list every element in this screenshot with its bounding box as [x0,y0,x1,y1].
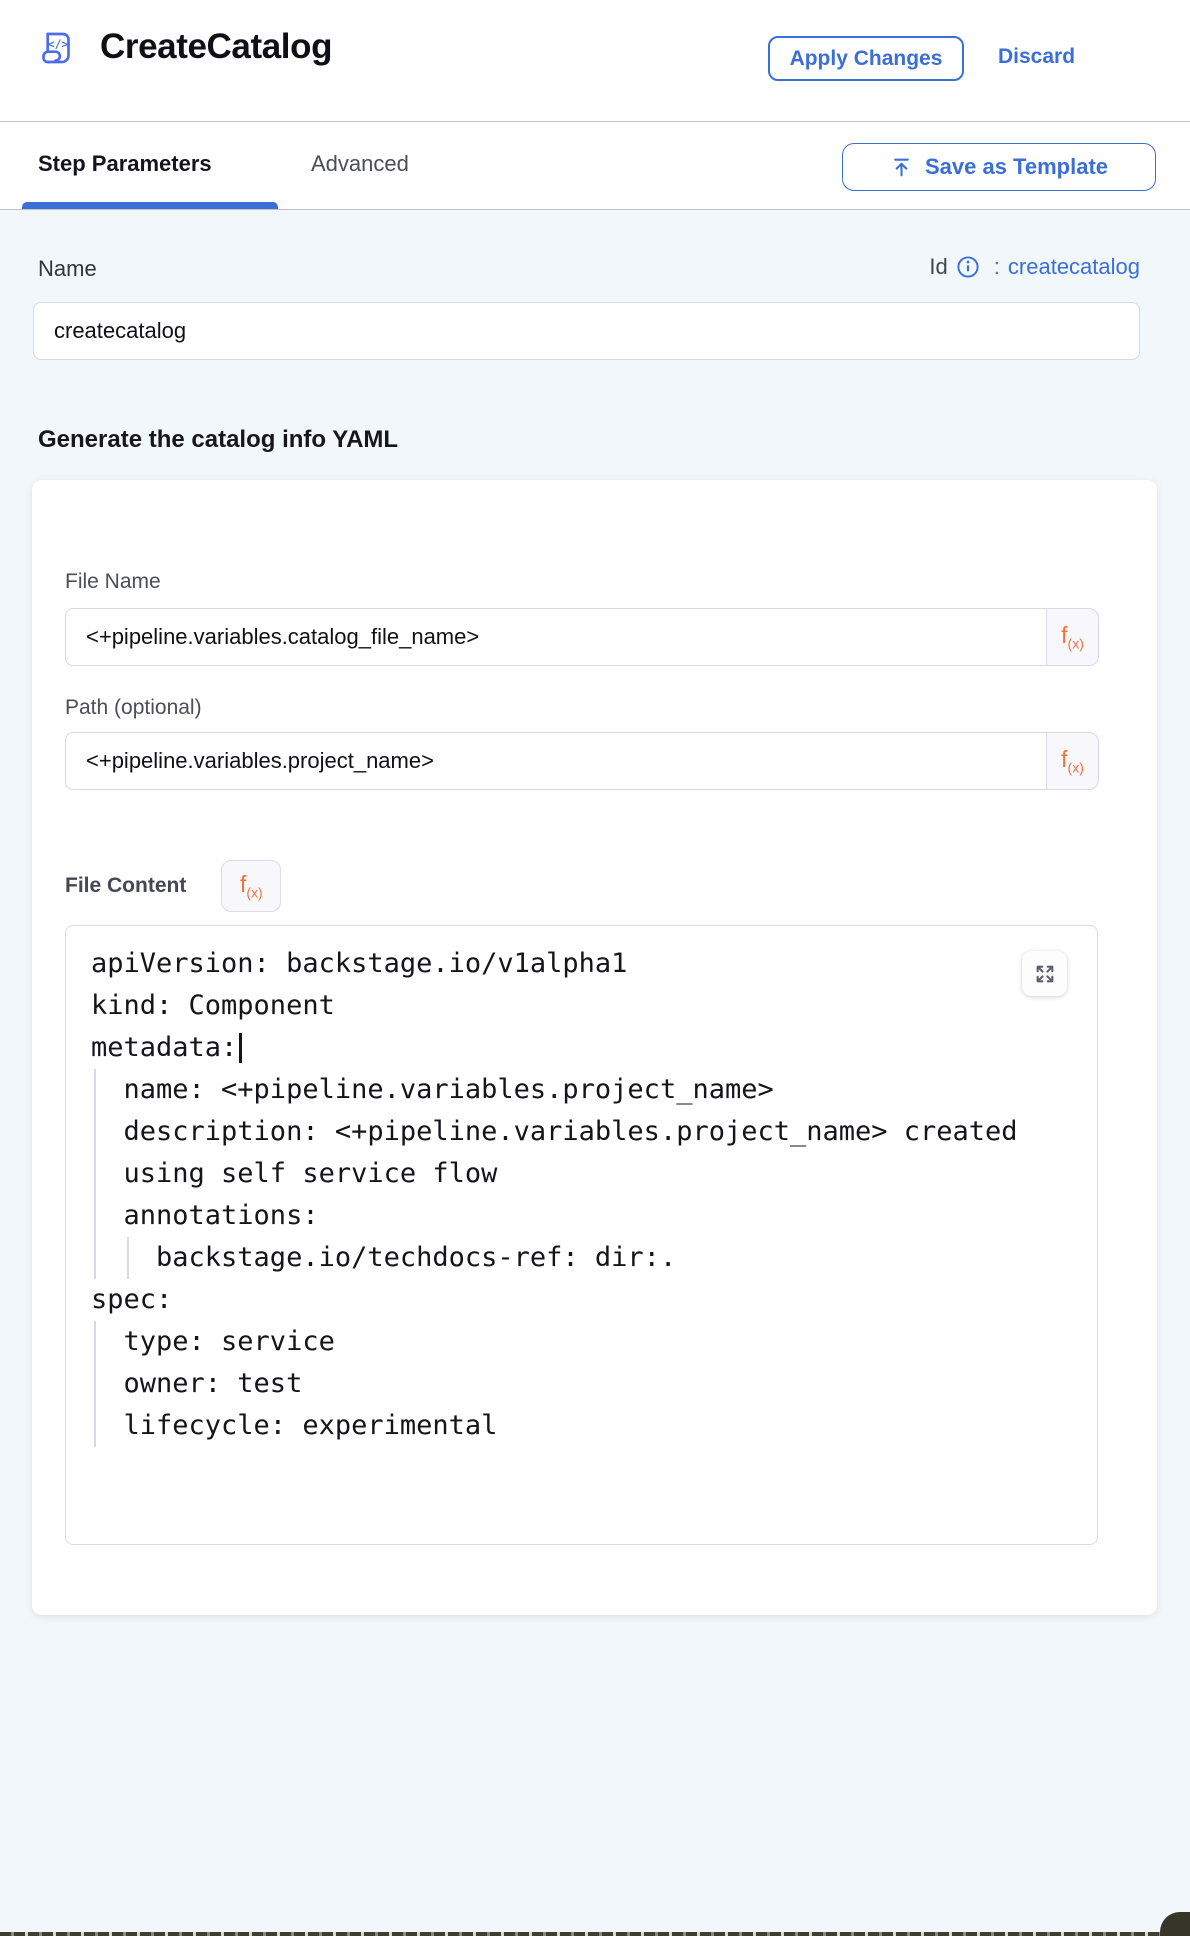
tab-step-parameters[interactable]: Step Parameters [38,151,212,177]
code-line: annotations: [91,1195,1079,1237]
upload-icon [890,156,913,179]
file-name-fx-button[interactable]: f(x) [1046,608,1099,666]
tab-advanced[interactable]: Advanced [311,151,409,177]
name-input[interactable] [33,302,1140,360]
discard-button[interactable]: Discard [998,45,1075,69]
step-parameters-content: Name Id : createcatalog Generate the cat… [0,210,1190,1936]
active-tab-indicator [22,202,278,209]
path-fx-button[interactable]: f(x) [1046,732,1099,790]
file-content-fx-button[interactable]: f(x) [221,860,281,912]
file-content-label: File Content [65,874,186,898]
code-line: owner: test [91,1363,1079,1405]
code-line: metadata: [91,1027,1079,1069]
path-label: Path (optional) [65,696,202,720]
file-name-input[interactable] [65,608,1046,666]
path-row: f(x) [65,732,1099,790]
panel-header: </> CreateCatalog Apply Changes Discard [0,0,1190,122]
file-name-label: File Name [65,570,161,594]
code-line: type: service [91,1321,1079,1363]
code-lines: apiVersion: backstage.io/v1alpha1kind: C… [66,926,1097,1447]
fx-icon: f(x) [240,873,263,900]
code-line: apiVersion: backstage.io/v1alpha1 [91,943,1079,985]
id-separator: : [994,254,1000,280]
save-as-template-label: Save as Template [925,154,1108,180]
step-id-value[interactable]: createcatalog [1008,254,1140,280]
svg-text:</>: </> [48,37,69,51]
expand-icon[interactable] [1022,951,1067,996]
file-name-row: f(x) [65,608,1099,666]
code-line: lifecycle: experimental [91,1405,1079,1447]
text-cursor [239,1033,242,1063]
info-icon[interactable] [956,255,980,279]
code-line: name: <+pipeline.variables.project_name> [91,1069,1079,1111]
save-as-template-button[interactable]: Save as Template [842,143,1156,191]
tab-bar: Step Parameters Advanced Save as Templat… [0,122,1190,210]
name-field-label: Name [38,256,97,282]
bottom-edge-artifact [0,1932,1190,1936]
code-line: description: <+pipeline.variables.projec… [91,1111,1079,1153]
code-line: kind: Component [91,985,1079,1027]
code-line: spec: [91,1279,1079,1321]
script-step-icon: </> [36,28,76,73]
code-line: using self service flow [91,1153,1079,1195]
code-line: backstage.io/techdocs-ref: dir:. [91,1237,1079,1279]
step-config-panel: </> CreateCatalog Apply Changes Discard … [0,0,1190,1936]
id-label: Id [929,254,947,280]
apply-changes-button[interactable]: Apply Changes [768,36,964,81]
catalog-form-card: File Name f(x) Path (optional) f(x) File… [32,480,1157,1615]
step-id-row: Id : createcatalog [929,254,1140,280]
file-content-label-row: File Content f(x) [65,860,281,912]
fx-icon: f(x) [1061,624,1084,651]
fx-icon: f(x) [1061,748,1084,775]
path-input[interactable] [65,732,1046,790]
section-heading: Generate the catalog info YAML [38,426,398,454]
file-content-editor[interactable]: apiVersion: backstage.io/v1alpha1kind: C… [65,925,1098,1545]
page-title: CreateCatalog [100,27,332,67]
